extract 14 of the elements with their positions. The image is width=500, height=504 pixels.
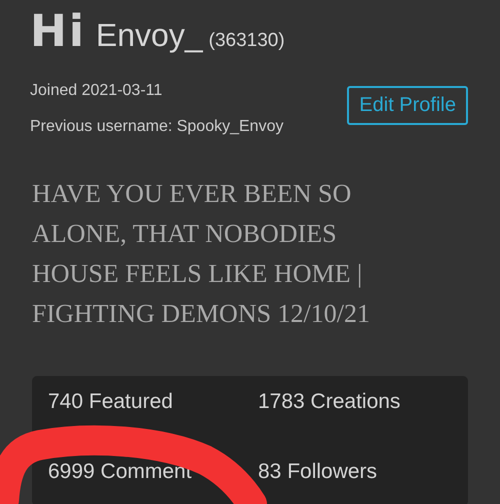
stat-count: 83 Followers [258, 460, 378, 484]
bio-text: HAVE YOU EVER BEEN SO [32, 178, 352, 210]
points-count: (363130) [208, 30, 285, 52]
bio-text: HOUSE FEELS LIKE HOME | [32, 258, 364, 290]
bio-text: ALONE, THAT NOBODIES [32, 218, 338, 250]
previous-username: Previous username: Spooky_Envoy [30, 118, 284, 136]
stat-count: 6999 Comment [48, 460, 192, 484]
stat-count: 740 Featured [48, 390, 173, 414]
edit-profile-button[interactable]: Edit Profile [347, 86, 468, 125]
site-logo: Hi [30, 10, 86, 54]
joined-date: Joined 2021-03-11 [30, 82, 164, 100]
stat-count: 1783 Creations [258, 390, 400, 414]
username: Envoy_ [96, 17, 203, 54]
bio-text: FIGHTING DEMONS 12/10/21 [32, 298, 371, 330]
